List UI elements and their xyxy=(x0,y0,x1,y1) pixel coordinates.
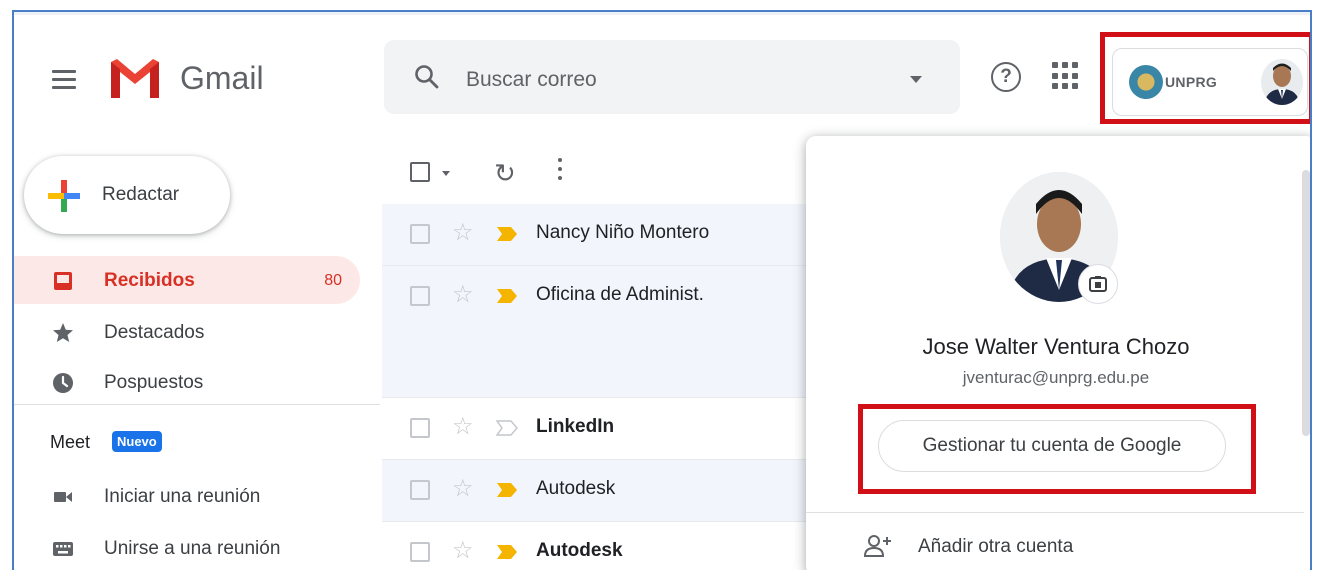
meet-join-label: Unirse a una reunión xyxy=(104,538,281,559)
popup-divider xyxy=(806,512,1304,513)
gmail-logo-icon[interactable] xyxy=(108,56,162,100)
sidebar-item-starred[interactable]: Destacados xyxy=(14,308,360,356)
meet-start-meeting[interactable]: Iniciar una reunión xyxy=(14,476,380,520)
account-popup: Jose Walter Ventura Chozo jventurac@unpr… xyxy=(806,136,1310,570)
mail-sender: LinkedIn xyxy=(536,416,615,437)
mail-sender: Autodesk xyxy=(536,540,623,561)
meet-start-label: Iniciar una reunión xyxy=(104,486,261,507)
popup-scrollbar[interactable] xyxy=(1302,170,1310,436)
manage-google-account-button[interactable]: Gestionar tu cuenta de Google xyxy=(878,420,1226,472)
row-checkbox[interactable] xyxy=(410,480,430,500)
compose-button[interactable]: Redactar xyxy=(24,156,230,234)
mail-row[interactable]: ☆ Autodesk xyxy=(382,522,814,570)
refresh-icon[interactable]: ↻ xyxy=(494,158,516,189)
camera-icon xyxy=(1089,276,1107,292)
mail-row[interactable]: ☆ Oficina de Administ. xyxy=(382,266,814,398)
clock-icon xyxy=(53,373,73,393)
star-icon[interactable]: ☆ xyxy=(452,536,474,565)
star-icon[interactable]: ☆ xyxy=(452,412,474,441)
search-icon[interactable] xyxy=(414,64,440,90)
select-dropdown-icon[interactable] xyxy=(442,171,450,176)
change-photo-button[interactable] xyxy=(1078,264,1118,304)
important-marker-icon[interactable] xyxy=(496,482,518,498)
organization-name: UNPRG xyxy=(1165,74,1218,90)
star-icon[interactable]: ☆ xyxy=(452,474,474,503)
account-name: Jose Walter Ventura Chozo xyxy=(922,334,1190,359)
unread-count: 80 xyxy=(324,272,342,289)
search-bar[interactable]: Buscar correo xyxy=(384,40,960,114)
mail-list-toolbar: ↻ xyxy=(382,138,814,204)
sidebar-item-label: Pospuestos xyxy=(104,372,204,393)
mail-row[interactable]: ☆ Nancy Niño Montero xyxy=(382,204,814,266)
apps-grid-icon[interactable] xyxy=(1052,62,1080,90)
keyboard-icon xyxy=(53,542,73,556)
search-input[interactable]: Buscar correo xyxy=(466,68,597,92)
sidebar-item-snoozed[interactable]: Pospuestos xyxy=(14,358,360,406)
person-add-icon xyxy=(864,535,891,557)
inbox-icon xyxy=(54,272,72,290)
star-icon[interactable]: ☆ xyxy=(452,280,474,309)
not-important-marker-icon[interactable] xyxy=(496,420,518,436)
organization-logo xyxy=(1129,65,1163,99)
account-switcher-button[interactable]: UNPRG xyxy=(1112,48,1308,116)
row-checkbox[interactable] xyxy=(410,224,430,244)
meet-section-title: Meet xyxy=(50,432,91,452)
account-email: jventurac@unprg.edu.pe xyxy=(962,368,1150,387)
row-checkbox[interactable] xyxy=(410,542,430,562)
row-checkbox[interactable] xyxy=(410,286,430,306)
important-marker-icon[interactable] xyxy=(496,226,518,242)
star-icon[interactable]: ☆ xyxy=(452,218,474,247)
gmail-window: Gmail Buscar correo ? UNPRG Redactar Rec… xyxy=(12,10,1312,570)
mail-row[interactable]: ☆ LinkedIn xyxy=(382,398,814,460)
video-camera-icon xyxy=(54,492,72,502)
sidebar-divider xyxy=(14,404,380,405)
mail-sender: Oficina de Administ. xyxy=(536,284,704,305)
add-account-button[interactable]: Añadir otra cuenta xyxy=(806,528,1304,570)
mail-sender: Nancy Niño Montero xyxy=(536,222,710,243)
more-options-icon[interactable] xyxy=(558,158,564,184)
new-badge: Nuevo xyxy=(112,431,162,452)
meet-join-meeting[interactable]: Unirse a una reunión xyxy=(14,528,380,570)
help-icon[interactable]: ? xyxy=(991,62,1021,92)
hamburger-icon[interactable] xyxy=(52,70,76,89)
important-marker-icon[interactable] xyxy=(496,288,518,304)
avatar[interactable] xyxy=(1261,59,1303,105)
app-title: Gmail xyxy=(180,60,264,96)
add-account-label: Añadir otra cuenta xyxy=(918,536,1074,557)
sidebar-item-label: Recibidos xyxy=(104,270,195,291)
header: Gmail Buscar correo ? UNPRG xyxy=(14,12,1310,138)
mail-sender: Autodesk xyxy=(536,478,616,499)
mail-row[interactable]: ☆ Autodesk xyxy=(382,460,814,522)
row-checkbox[interactable] xyxy=(410,418,430,438)
plus-icon xyxy=(48,180,80,212)
sidebar-item-inbox[interactable]: Recibidos 80 xyxy=(14,256,360,304)
select-all-checkbox[interactable] xyxy=(410,162,430,182)
search-options-dropdown-icon[interactable] xyxy=(910,76,922,83)
compose-label: Redactar xyxy=(102,184,180,205)
important-marker-icon[interactable] xyxy=(496,544,518,560)
star-icon xyxy=(53,323,73,342)
sidebar-item-label: Destacados xyxy=(104,322,205,343)
